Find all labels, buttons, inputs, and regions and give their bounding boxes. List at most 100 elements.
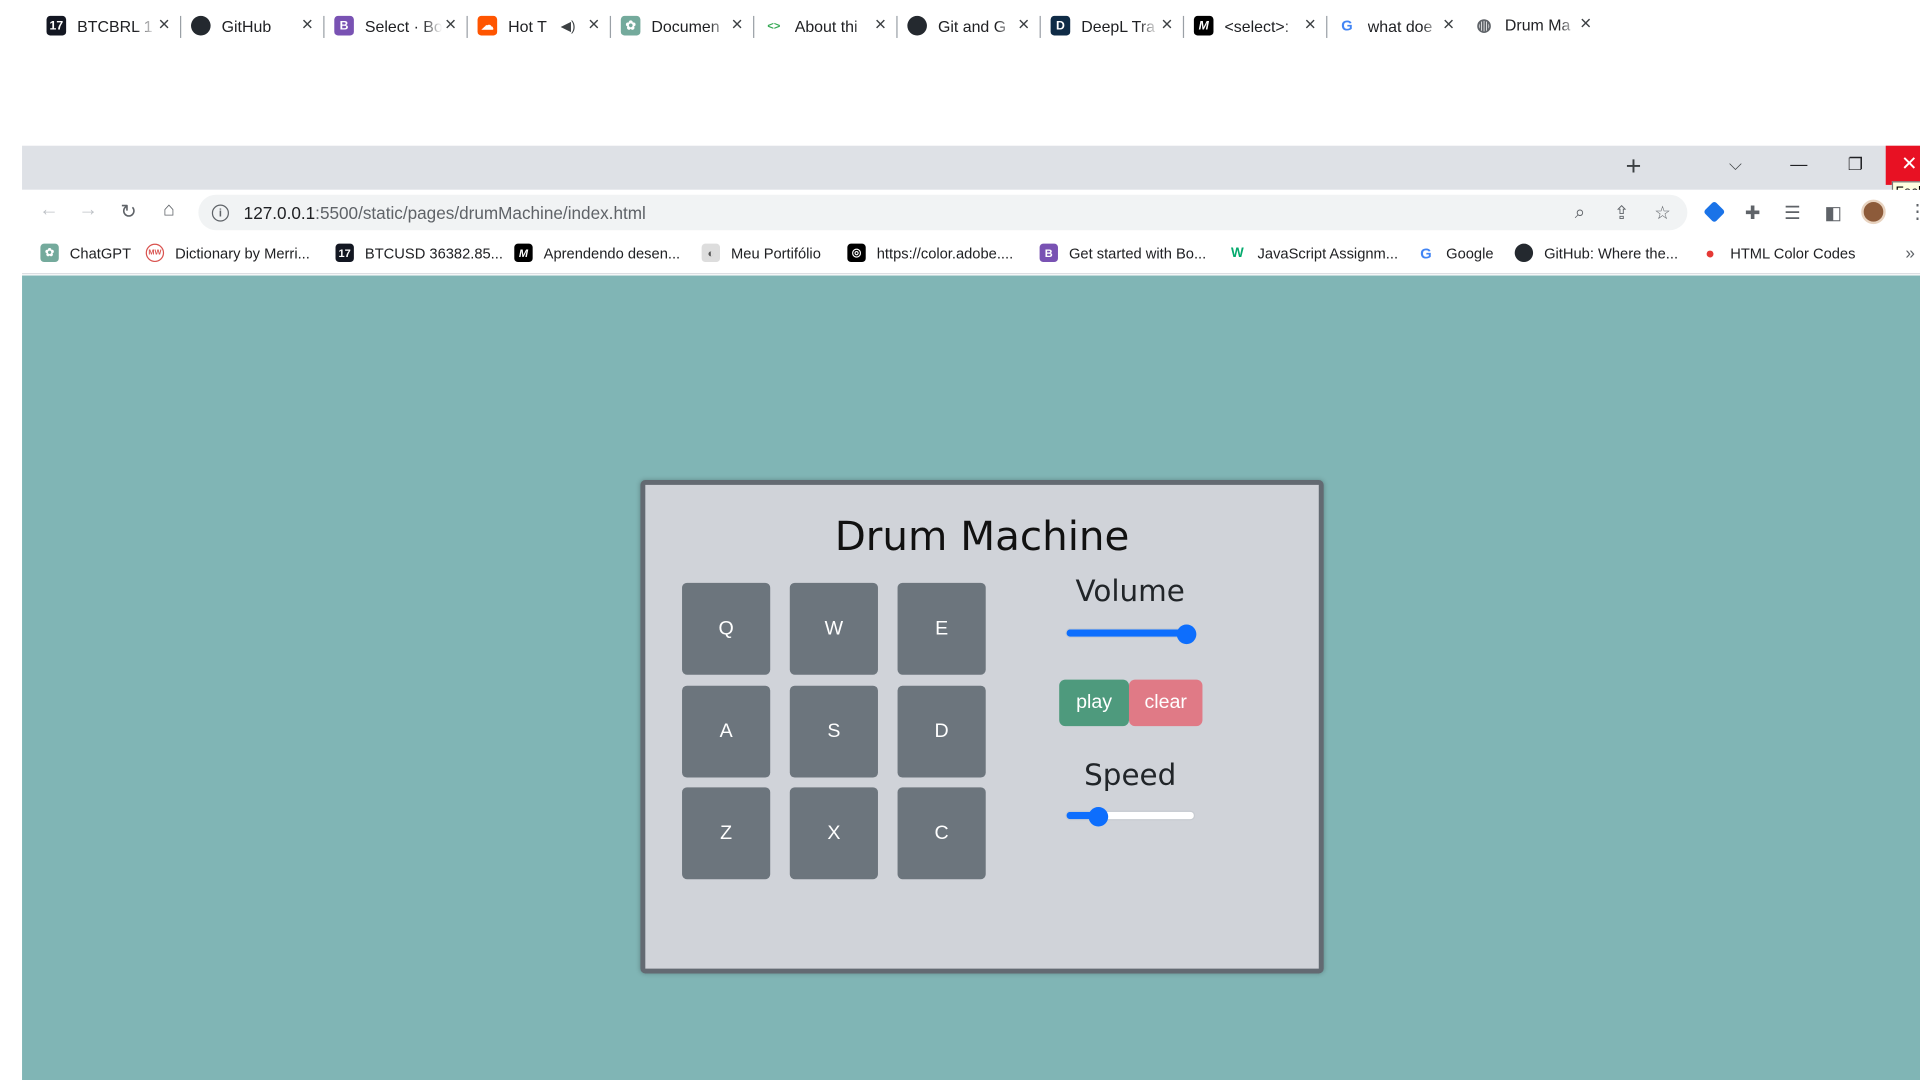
- bootstrap-icon: B: [1039, 243, 1058, 263]
- url-host: 127.0.0.1: [243, 202, 316, 223]
- close-tab-icon[interactable]: ×: [156, 15, 173, 37]
- mdn-icon: M: [514, 243, 533, 263]
- address-bar[interactable]: i 127.0.0.1:5500/static/pages/drumMachin…: [198, 194, 1688, 231]
- play-button[interactable]: play: [1059, 679, 1129, 727]
- bookmark-html-color-codes[interactable]: ● HTML Color Codes: [1700, 243, 1855, 263]
- pad-a[interactable]: A: [682, 685, 771, 778]
- tab-title: what doe: [1367, 16, 1433, 35]
- portfolio-icon: ◐: [701, 243, 721, 263]
- google-icon: G: [1337, 15, 1357, 36]
- clear-button[interactable]: clear: [1128, 679, 1203, 727]
- pad-c[interactable]: C: [897, 787, 986, 880]
- tab-title: BTCBRL 1: [77, 16, 153, 35]
- close-tab-icon[interactable]: ×: [1577, 13, 1594, 35]
- close-tab-icon[interactable]: ×: [1440, 15, 1457, 37]
- bookmark-portfolio[interactable]: ◐ Meu Portifólio: [701, 243, 821, 263]
- close-window-button[interactable]: ✕: [1885, 145, 1920, 185]
- new-tab-button[interactable]: +: [1619, 151, 1648, 181]
- tab-git-and-github[interactable]: Git and G ×: [898, 7, 1041, 44]
- reload-icon[interactable]: ↻: [116, 200, 140, 224]
- tab-mdn-select[interactable]: M <select>: ×: [1184, 7, 1328, 44]
- restore-button[interactable]: ❐: [1848, 154, 1863, 175]
- bookmark-chatgpt[interactable]: ✿ ChatGPT: [40, 243, 131, 263]
- profile-avatar[interactable]: [1861, 199, 1886, 225]
- pad-w[interactable]: W: [789, 582, 878, 675]
- pad-q[interactable]: Q: [682, 582, 771, 675]
- site-info-icon[interactable]: i: [211, 203, 229, 222]
- url-text[interactable]: 127.0.0.1:5500/static/pages/drumMachine/…: [244, 203, 646, 223]
- close-tab-icon[interactable]: ×: [585, 15, 602, 37]
- pad-z[interactable]: Z: [682, 787, 771, 880]
- bookmark-adobe-color[interactable]: ◎ https://color.adobe....: [847, 243, 1013, 263]
- tab-title: Git and G: [937, 16, 1007, 35]
- tab-bootstrap-select[interactable]: B Select · Bo ×: [324, 7, 468, 44]
- tab-search-chevron-icon[interactable]: ⌵: [1729, 154, 1742, 175]
- bookmark-label: Dictionary by Merri...: [175, 244, 310, 262]
- side-panel-icon[interactable]: ◧: [1825, 202, 1842, 224]
- back-arrow-icon[interactable]: ←: [37, 200, 61, 222]
- bookmark-label: Get started with Bo...: [1068, 244, 1207, 262]
- tab-soundcloud[interactable]: ☁ Hot T ◀) ×: [468, 7, 612, 44]
- minimize-button[interactable]: —: [1790, 154, 1807, 174]
- pad-d[interactable]: D: [897, 685, 986, 778]
- volume-label: Volume: [1075, 574, 1185, 609]
- bookmark-star-icon[interactable]: ☆: [1654, 202, 1670, 224]
- menu-kebab-icon[interactable]: ⋮: [1908, 200, 1920, 224]
- forward-arrow-icon[interactable]: →: [76, 200, 100, 222]
- reading-list-icon[interactable]: ☰: [1784, 202, 1800, 224]
- close-tab-icon[interactable]: ×: [1302, 15, 1319, 37]
- speed-slider-thumb[interactable]: [1088, 806, 1109, 827]
- tab-title: GitHub: [221, 16, 272, 35]
- bookmark-bootstrap[interactable]: B Get started with Bo...: [1039, 243, 1207, 263]
- close-tab-icon[interactable]: ×: [1158, 15, 1175, 37]
- bookmark-btcusd[interactable]: 17 BTCUSD 36382.85...: [335, 243, 503, 263]
- tab-drum-machine-active[interactable]: ◍ Drum Ma ×: [1464, 4, 1602, 45]
- share-icon[interactable]: ⇪: [1614, 202, 1629, 224]
- bookmark-label: BTCUSD 36382.85...: [364, 244, 503, 262]
- bookmark-w3schools[interactable]: W JavaScript Assignm...: [1228, 243, 1399, 263]
- tab-title: <select>:: [1224, 16, 1290, 35]
- tab-deepl[interactable]: D DeepL Tra ×: [1041, 7, 1185, 44]
- more-bookmarks-icon[interactable]: »: [1905, 242, 1915, 262]
- url-path: :5500/static/pages/drumMachine/index.htm…: [315, 202, 646, 223]
- deepl-icon: D: [1050, 15, 1071, 36]
- volume-slider[interactable]: [1065, 624, 1197, 645]
- speaker-muted-icon[interactable]: ◀): [561, 18, 576, 34]
- tab-title: Select · Bo: [364, 16, 443, 35]
- openai-icon: ✿: [40, 243, 59, 263]
- speed-slider[interactable]: [1065, 806, 1196, 827]
- home-icon[interactable]: ⌂: [157, 200, 181, 222]
- soundcloud-icon: ☁: [477, 15, 498, 36]
- close-tab-icon[interactable]: ×: [872, 15, 889, 37]
- tab-google-search[interactable]: G what doe ×: [1327, 7, 1464, 44]
- bookmark-aprendendo[interactable]: M Aprendendo desen...: [514, 243, 680, 263]
- page-title: Drum Machine: [834, 511, 1130, 560]
- bookmark-label: Google: [1446, 244, 1494, 262]
- tab-github[interactable]: GitHub ×: [181, 7, 325, 44]
- openai-icon: ✿: [620, 15, 641, 36]
- bookmark-github[interactable]: GitHub: Where the...: [1514, 243, 1679, 263]
- puzzle-extensions-icon[interactable]: ✚: [1745, 202, 1760, 224]
- mdn-icon: M: [1193, 15, 1214, 36]
- bookmark-google[interactable]: G Google: [1416, 243, 1494, 263]
- github-icon: [191, 15, 211, 36]
- pad-s[interactable]: S: [789, 685, 878, 778]
- tab-openai-docs[interactable]: ✿ Documen ×: [611, 7, 755, 44]
- tab-about[interactable]: <> About thi ×: [754, 7, 898, 44]
- close-tab-icon[interactable]: ×: [299, 15, 316, 37]
- github-icon: [907, 15, 927, 36]
- close-tab-icon[interactable]: ×: [442, 15, 459, 37]
- close-tab-icon[interactable]: ×: [729, 15, 746, 37]
- bookmark-merriam-webster[interactable]: MW Dictionary by Merri...: [145, 243, 310, 263]
- volume-slider-thumb[interactable]: [1176, 624, 1197, 645]
- bookmark-label: JavaScript Assignm...: [1257, 244, 1399, 262]
- zoom-icon[interactable]: ⌕: [1575, 202, 1585, 223]
- tab-title: Drum Ma: [1504, 15, 1571, 34]
- tradingview-icon: 17: [335, 243, 354, 263]
- tab-title: Hot T: [508, 16, 547, 35]
- bookmark-label: GitHub: Where the...: [1544, 244, 1679, 262]
- pad-x[interactable]: X: [789, 787, 878, 880]
- close-tab-icon[interactable]: ×: [1015, 15, 1032, 37]
- pad-e[interactable]: E: [897, 582, 986, 675]
- tab-btcbrl[interactable]: 17 BTCBRL 1 ×: [37, 7, 182, 44]
